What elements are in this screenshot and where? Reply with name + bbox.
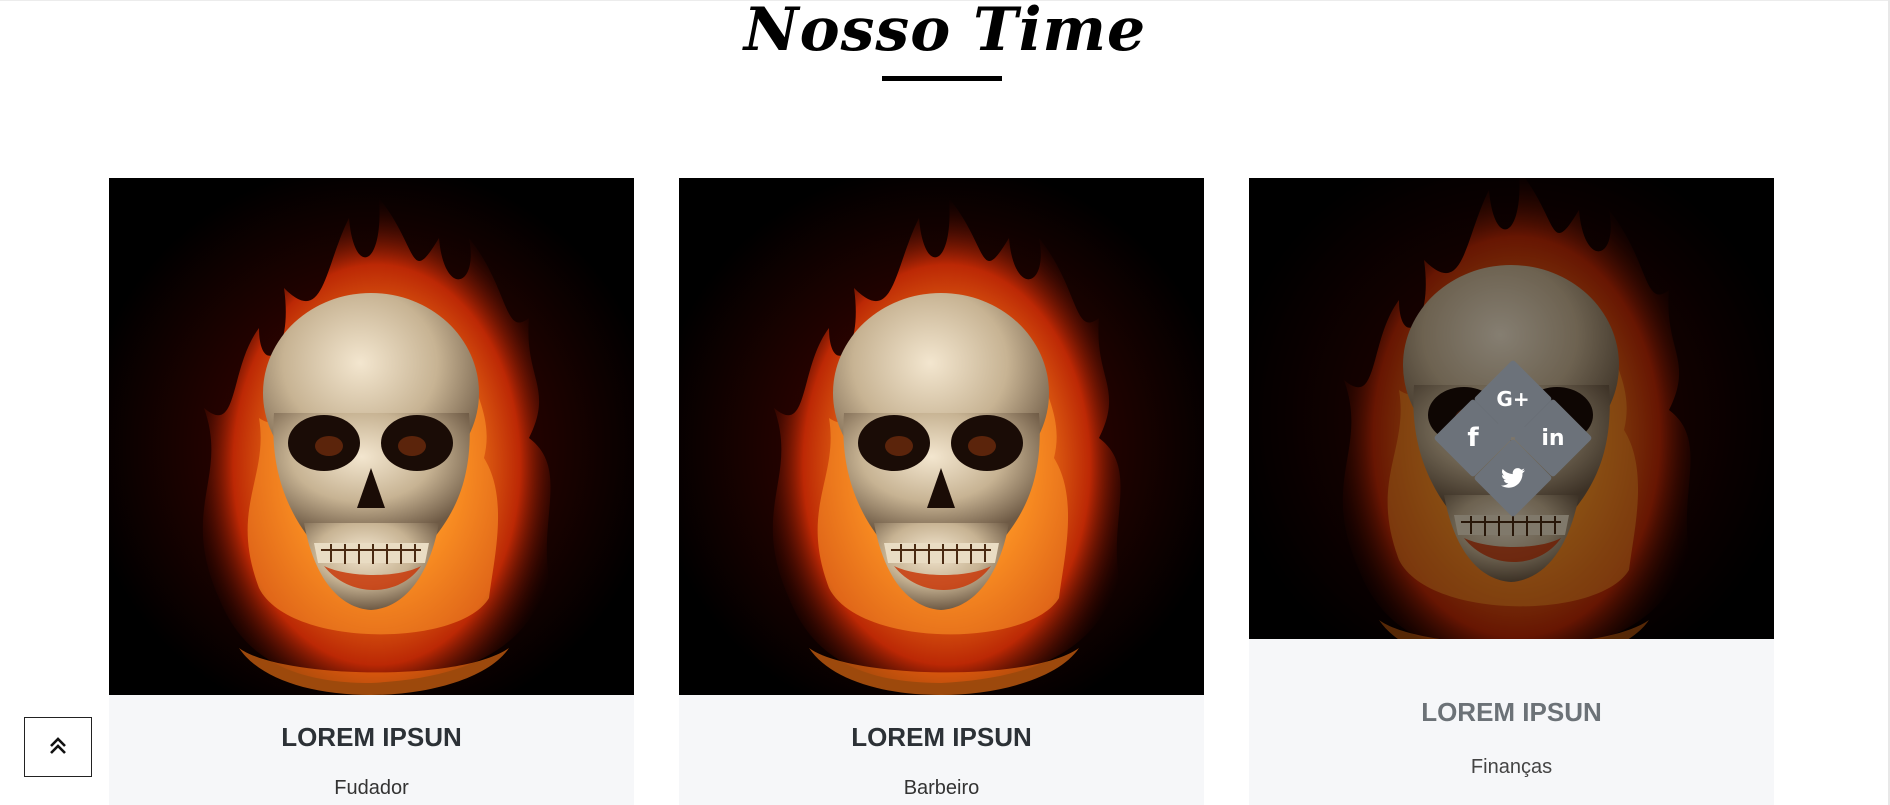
team-member-name: LOREM IPSUN	[281, 722, 462, 752]
team-member-role: Fudador	[334, 777, 409, 799]
twitter-link[interactable]	[1473, 438, 1553, 518]
team-card: LOREM IPSUN Fudador	[109, 178, 634, 805]
team-card: LOREM IPSUN Barbeiro	[679, 178, 1204, 805]
team-card-hovered: G+ f in LOREM IPSUN Finanças	[1249, 178, 1774, 805]
double-chevron-up-icon	[47, 734, 69, 761]
section-title: Nosso Time	[743, 0, 1147, 65]
back-to-top-button[interactable]	[24, 717, 92, 777]
team-member-photo[interactable]: G+ f in	[1249, 178, 1774, 639]
team-card-caption: LOREM IPSUN Barbeiro	[679, 695, 1204, 805]
team-card-caption: LOREM IPSUN Fudador	[109, 695, 634, 805]
team-member-role: Barbeiro	[903, 777, 980, 799]
twitter-icon	[1485, 450, 1541, 506]
team-member-photo	[679, 178, 1204, 695]
team-card-caption: LOREM IPSUN Finanças	[1249, 639, 1774, 805]
team-member-name: LOREM IPSUN	[851, 722, 1032, 752]
team-member-name: LOREM IPSUN	[1421, 697, 1602, 727]
title-underline	[882, 76, 1002, 81]
team-member-photo	[109, 178, 634, 695]
team-member-role: Finanças	[1470, 756, 1553, 778]
